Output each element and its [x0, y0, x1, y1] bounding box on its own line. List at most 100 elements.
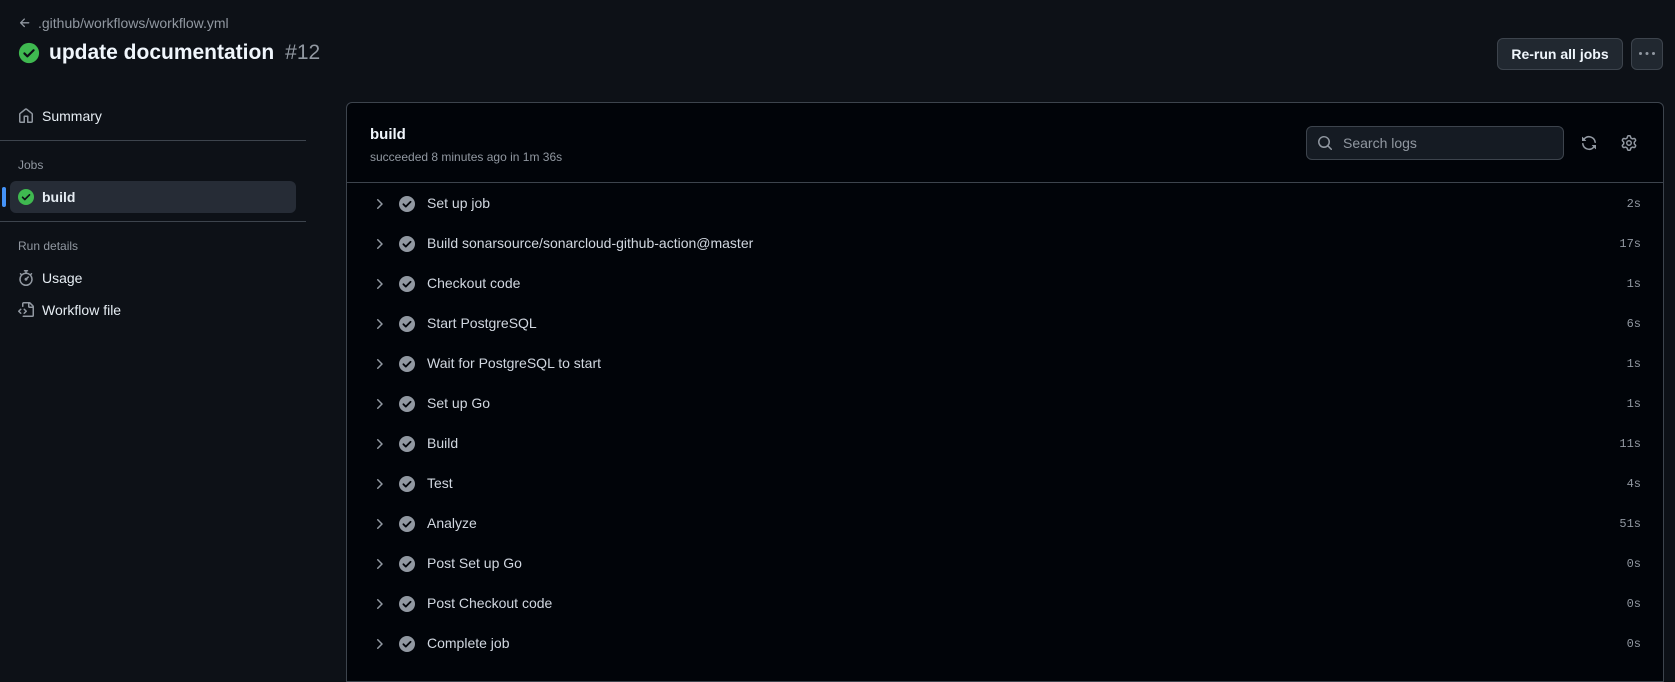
- sidebar-item-workflow-file[interactable]: Workflow file: [10, 294, 296, 326]
- check-circle-icon: [398, 635, 416, 653]
- step-name: Analyze: [427, 515, 477, 531]
- sidebar-item-usage[interactable]: Usage: [10, 262, 296, 294]
- refresh-button[interactable]: [1579, 133, 1599, 153]
- check-circle-icon: [398, 195, 416, 213]
- step-row[interactable]: Test 4s: [347, 464, 1663, 504]
- step-duration: 51s: [1619, 517, 1641, 531]
- run-title-row: update documentation #12: [18, 41, 320, 65]
- step-name: Test: [427, 475, 453, 491]
- chevron-right-icon[interactable]: [371, 276, 387, 292]
- divider: [0, 221, 306, 222]
- check-circle-icon: [398, 355, 416, 373]
- step-duration: 1s: [1626, 397, 1641, 411]
- step-name: Build sonarsource/sonarcloud-github-acti…: [427, 235, 754, 251]
- sidebar-item-build[interactable]: build: [2, 181, 296, 213]
- step-name: Post Checkout code: [427, 595, 553, 611]
- step-name: Checkout code: [427, 275, 521, 291]
- step-row[interactable]: Wait for PostgreSQL to start 1s: [347, 344, 1663, 384]
- step-row[interactable]: Complete job 0s: [347, 624, 1663, 664]
- step-row[interactable]: Post Checkout code 0s: [347, 584, 1663, 624]
- more-options-button[interactable]: [1631, 38, 1663, 70]
- step-row[interactable]: Set up job 2s: [347, 184, 1663, 224]
- chevron-right-icon[interactable]: [371, 636, 387, 652]
- step-row[interactable]: Post Set up Go 0s: [347, 544, 1663, 584]
- chevron-right-icon[interactable]: [371, 516, 387, 532]
- job-log-panel: build succeeded 8 minutes ago in 1m 36s …: [346, 102, 1664, 682]
- check-circle-icon: [398, 595, 416, 613]
- step-row[interactable]: Build sonarsource/sonarcloud-github-acti…: [347, 224, 1663, 264]
- step-duration: 11s: [1619, 437, 1641, 451]
- step-name: Post Set up Go: [427, 555, 522, 571]
- home-icon: [19, 108, 33, 123]
- sidebar-item-summary[interactable]: Summary: [10, 100, 296, 132]
- kebab-horizontal-icon: [1639, 52, 1655, 55]
- chevron-right-icon[interactable]: [371, 556, 387, 572]
- step-name: Set up Go: [427, 395, 491, 411]
- stopwatch-icon: [19, 270, 33, 286]
- step-row[interactable]: Build 11s: [347, 424, 1663, 464]
- steps-list: Set up job 2s Build sonarsource/sonarclo…: [347, 184, 1663, 664]
- chevron-right-icon[interactable]: [371, 436, 387, 452]
- step-row[interactable]: Analyze 51s: [347, 504, 1663, 544]
- check-circle-icon: [398, 395, 416, 413]
- sidebar-item-label: Usage: [42, 270, 83, 286]
- chevron-right-icon[interactable]: [371, 196, 387, 212]
- search-icon: [1318, 136, 1333, 151]
- job-status-text: succeeded 8 minutes ago in 1m 36s: [370, 150, 563, 164]
- step-row[interactable]: Checkout code 1s: [347, 264, 1663, 304]
- check-circle-icon: [398, 275, 416, 293]
- step-name: Wait for PostgreSQL to start: [427, 355, 602, 371]
- step-name: Build: [427, 435, 459, 451]
- check-circle-icon: [398, 475, 416, 493]
- check-circle-icon: [398, 555, 416, 573]
- check-circle-icon: [18, 42, 40, 64]
- back-link-label: .github/workflows/workflow.yml: [38, 15, 229, 31]
- check-circle-icon: [398, 435, 416, 453]
- file-code-icon: [18, 302, 34, 317]
- back-to-workflow-link[interactable]: .github/workflows/workflow.yml: [18, 15, 229, 31]
- gear-icon: [1621, 135, 1637, 151]
- sync-icon: [1582, 136, 1596, 150]
- jobs-heading: Jobs: [18, 158, 44, 172]
- run-details-heading: Run details: [18, 239, 79, 253]
- search-logs-input[interactable]: [1341, 134, 1551, 152]
- sidebar-item-label: Workflow file: [42, 302, 122, 318]
- step-duration: 4s: [1626, 477, 1641, 491]
- step-duration: 1s: [1626, 357, 1641, 371]
- job-title: build: [370, 126, 406, 143]
- arrow-left-icon: [19, 18, 30, 28]
- step-duration: 17s: [1619, 237, 1641, 251]
- chevron-right-icon[interactable]: [371, 356, 387, 372]
- settings-button[interactable]: [1619, 133, 1639, 153]
- chevron-right-icon[interactable]: [371, 316, 387, 332]
- sidebar: Summary Jobs build Run details Usage Wor…: [0, 100, 306, 326]
- step-name: Set up job: [427, 195, 491, 211]
- chevron-right-icon[interactable]: [371, 596, 387, 612]
- step-row[interactable]: Set up Go 1s: [347, 384, 1663, 424]
- page-title: update documentation: [49, 41, 275, 64]
- step-name: Complete job: [427, 635, 510, 651]
- step-duration: 0s: [1626, 637, 1641, 651]
- step-duration: 1s: [1626, 277, 1641, 291]
- step-duration: 6s: [1626, 317, 1641, 331]
- step-duration: 2s: [1626, 197, 1641, 211]
- step-duration: 0s: [1626, 557, 1641, 571]
- search-logs-field[interactable]: [1306, 126, 1564, 160]
- check-circle-icon: [398, 315, 416, 333]
- step-duration: 0s: [1626, 597, 1641, 611]
- run-header: .github/workflows/workflow.yml update do…: [0, 0, 1675, 90]
- divider: [0, 140, 306, 141]
- sidebar-item-label: Summary: [42, 108, 102, 124]
- chevron-right-icon[interactable]: [371, 236, 387, 252]
- sidebar-item-label: build: [42, 189, 76, 205]
- step-name: Start PostgreSQL: [427, 315, 537, 331]
- rerun-all-jobs-button[interactable]: Re-run all jobs: [1497, 38, 1623, 70]
- run-number: #12: [285, 41, 321, 64]
- chevron-right-icon[interactable]: [371, 476, 387, 492]
- job-header: build succeeded 8 minutes ago in 1m 36s: [347, 103, 1663, 183]
- check-circle-icon: [18, 189, 34, 205]
- chevron-right-icon[interactable]: [371, 396, 387, 412]
- step-row[interactable]: Start PostgreSQL 6s: [347, 304, 1663, 344]
- check-circle-icon: [398, 515, 416, 533]
- check-circle-icon: [398, 235, 416, 253]
